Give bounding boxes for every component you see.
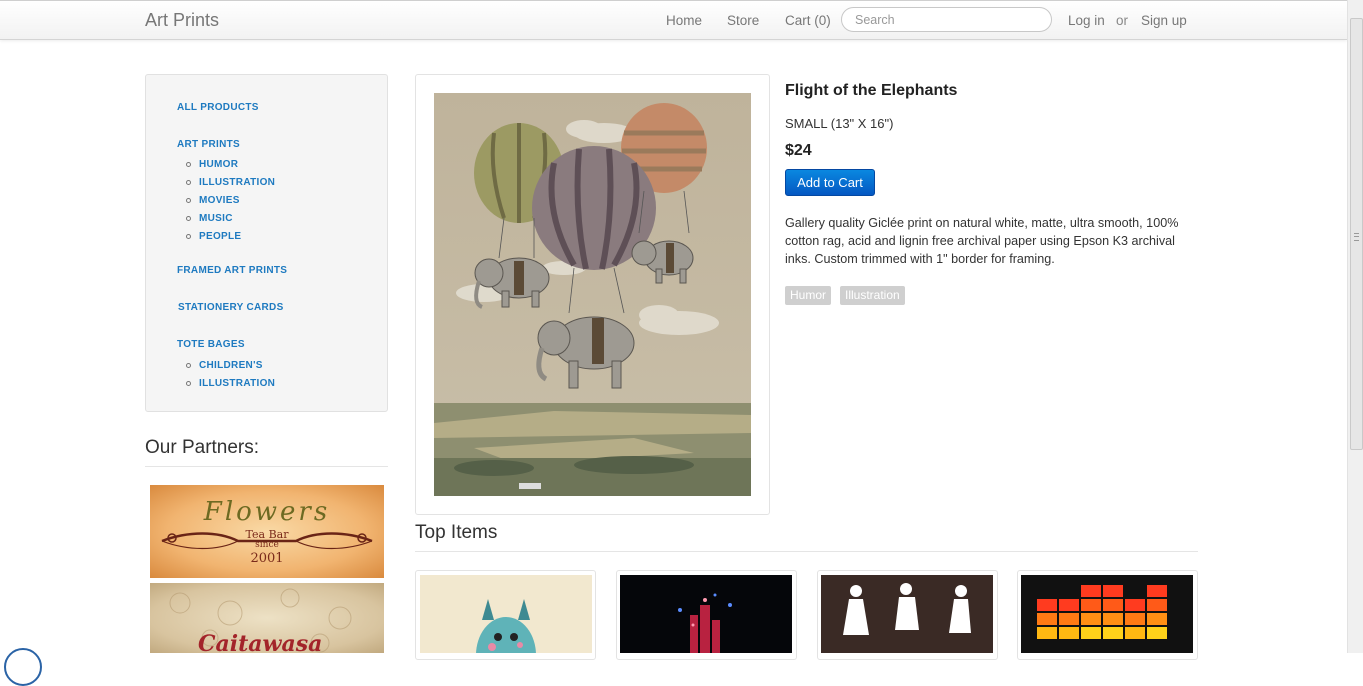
product-price: $24: [785, 142, 812, 159]
equalizer-art-icon: [1037, 585, 1167, 639]
sidebar-item-all-products[interactable]: ALL PRODUCTS: [177, 102, 259, 113]
bullet-icon: [186, 198, 191, 203]
sidebar-item-stationery-cards[interactable]: STATIONERY CARDS: [178, 302, 284, 313]
bullet-icon: [186, 162, 191, 167]
sidebar-subitem-illustration[interactable]: ILLUSTRATION: [199, 177, 275, 188]
top-items-heading: Top Items: [415, 522, 498, 543]
product-description: Gallery quality Giclée print on natural …: [785, 216, 1179, 266]
vertical-scrollbar[interactable]: [1347, 0, 1363, 653]
bullet-icon: [186, 381, 191, 386]
top-item-image-city[interactable]: [620, 575, 792, 653]
silhouette-figures-art-icon: [843, 583, 971, 635]
sidebar-subitem-music[interactable]: MUSIC: [199, 213, 233, 224]
partners-heading: Our Partners:: [145, 437, 260, 458]
sidebar-subitem-childrens[interactable]: CHILDREN'S: [199, 360, 263, 371]
bullet-icon: [186, 216, 191, 221]
nav-home-link[interactable]: Home: [666, 13, 702, 28]
tag-illustration[interactable]: Illustration: [840, 286, 905, 305]
bullet-icon: [186, 363, 191, 368]
nav-store-link[interactable]: Store: [727, 13, 759, 28]
sidebar-subitem-movies[interactable]: MOVIES: [199, 195, 240, 206]
category-sidebar: [145, 74, 388, 412]
feedback-badge-icon[interactable]: [4, 648, 42, 686]
or-text: or: [1116, 13, 1129, 28]
sidebar-item-tote-bags[interactable]: TOTE BAGES: [177, 339, 245, 350]
sidebar-subitem-tote-illustration[interactable]: ILLUSTRATION: [199, 378, 275, 389]
flight-of-elephants-illustration: [434, 93, 751, 496]
sidebar-item-framed-art-prints[interactable]: FRAMED ART PRINTS: [177, 265, 287, 276]
sidebar-subitem-people[interactable]: PEOPLE: [199, 231, 241, 242]
city-lights-art-icon: [678, 593, 732, 653]
nav-cart-link[interactable]: Cart (0): [785, 13, 831, 28]
top-item-image-silhouettes[interactable]: [821, 575, 993, 653]
top-item-image-equalizer[interactable]: [1021, 575, 1193, 653]
bullet-icon: [186, 234, 191, 239]
sidebar-subitem-humor[interactable]: HUMOR: [199, 159, 238, 170]
top-navbar: Art Prints Home Store Cart (0) Log in or…: [0, 0, 1347, 40]
partner-banner-flowers[interactable]: Flowers Tea Bar since 2001: [150, 485, 384, 578]
brand-link[interactable]: Art Prints: [145, 10, 219, 31]
product-size: SMALL (13" X 16"): [785, 116, 894, 131]
sidebar-item-art-prints[interactable]: ART PRINTS: [177, 139, 240, 150]
partner-flowers-logo: Flowers: [203, 497, 331, 527]
signup-link[interactable]: Sign up: [1141, 13, 1187, 28]
scrollbar-grip-icon: [1354, 233, 1359, 241]
product-image[interactable]: [434, 93, 751, 496]
partner-second-logo: Caitawasa: [198, 631, 323, 653]
partner-banner-second[interactable]: Caitawasa: [150, 583, 384, 653]
product-title: Flight of the Elephants: [785, 82, 958, 99]
add-to-cart-button[interactable]: Add to Cart: [785, 169, 875, 196]
search-input[interactable]: [841, 7, 1052, 32]
totoro-art-icon: [476, 599, 536, 653]
partner-flowers-line3: 2001: [250, 551, 284, 566]
login-link[interactable]: Log in: [1068, 13, 1105, 28]
top-items-divider: [415, 551, 1198, 552]
tag-humor[interactable]: Humor: [785, 286, 832, 305]
partner-flowers-line2: since: [255, 540, 279, 550]
bullet-icon: [186, 180, 191, 185]
partners-divider: [145, 466, 388, 467]
top-item-image-totoro[interactable]: [420, 575, 592, 653]
scrollbar-thumb[interactable]: [1350, 18, 1363, 450]
